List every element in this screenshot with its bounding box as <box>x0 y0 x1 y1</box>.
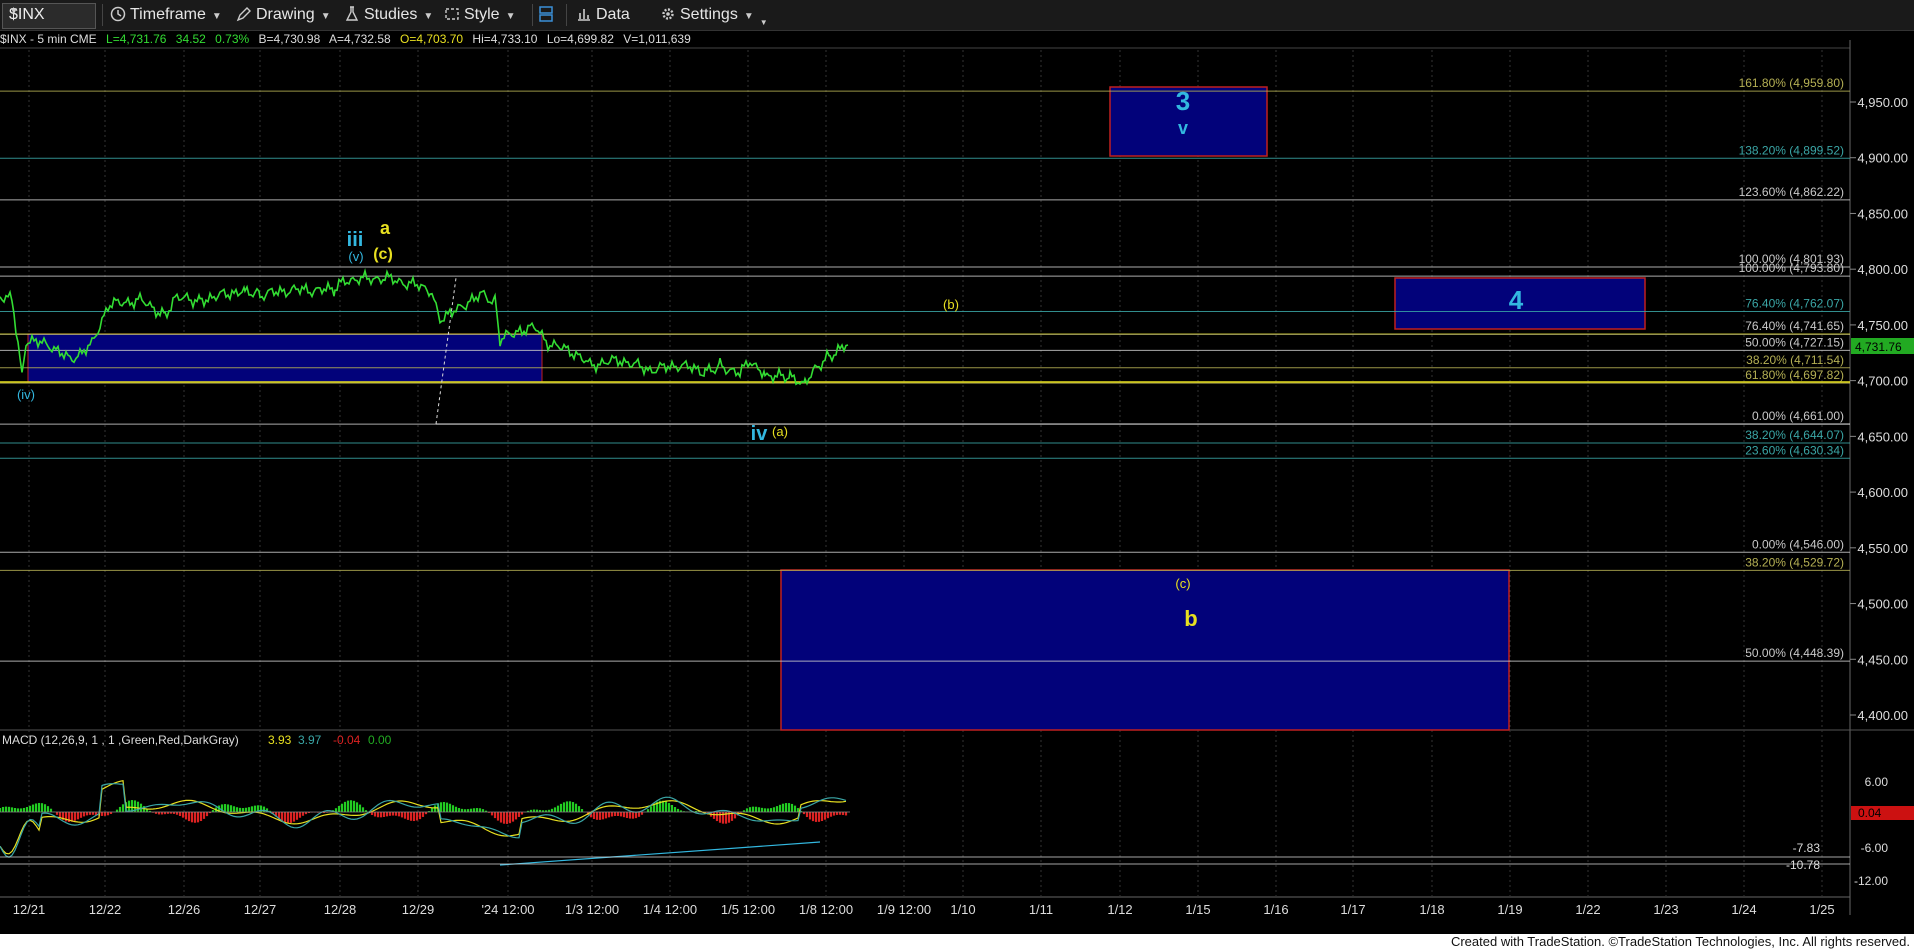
fib-level-label: 50.00% (4,448.39) <box>1745 646 1844 660</box>
time-axis-label: '24 12:00 <box>481 902 534 917</box>
time-axis-label: 1/24 <box>1731 902 1756 917</box>
last-price-value: 4,731.76 <box>1855 340 1902 354</box>
macd-axis-label-neg12: -12.00 <box>1854 874 1888 888</box>
wave-label-iii: iii <box>347 229 364 251</box>
vertical-gridlines <box>28 50 1823 897</box>
wave-label-v-small: (v) <box>348 249 363 264</box>
wave-label-v: v <box>1178 118 1188 138</box>
price-axis[interactable]: 4,950.00 4,900.00 4,850.00 4,800.00 4,750.00… <box>1850 95 1908 723</box>
price-axis-label: 4,550.00 <box>1857 541 1908 556</box>
time-axis-label: 1/3 12:00 <box>565 902 619 917</box>
time-axis-label: 1/16 <box>1263 902 1288 917</box>
wave-label-a-small: (a) <box>772 424 788 439</box>
price-axis-label: 4,650.00 <box>1857 429 1908 444</box>
price-axis-label: 4,450.00 <box>1857 652 1908 667</box>
fib-level-label: 38.20% (4,529.72) <box>1745 555 1844 569</box>
time-axis-label: 1/11 <box>1029 902 1053 917</box>
wave-b-target-box[interactable] <box>780 569 1510 731</box>
macd-trendline[interactable] <box>499 841 821 866</box>
price-axis-label: 4,800.00 <box>1857 262 1908 277</box>
macd-legend-value3: -0.04 <box>333 733 361 747</box>
time-axis-label: 1/17 <box>1340 902 1365 917</box>
macd-marker-b: -10.78 <box>1786 858 1820 872</box>
fib-level-label: 61.80% (4,697.82) <box>1745 368 1844 382</box>
time-axis-label: 1/12 <box>1107 902 1132 917</box>
time-axis-label: 12/22 <box>89 902 122 917</box>
fib-level-label: 123.60% (4,862.22) <box>1739 185 1844 199</box>
time-axis-label: 1/19 <box>1497 902 1522 917</box>
time-axis-label: 1/25 <box>1809 902 1834 917</box>
macd-legend-value2: 3.97 <box>298 733 322 747</box>
time-axis-label: 12/29 <box>402 902 435 917</box>
copyright-text: Created with TradeStation. ©TradeStation… <box>1450 934 1910 949</box>
fib-level-label: 100.00% (4,793.80) <box>1739 261 1844 275</box>
fib-level-label: 23.60% (4,630.34) <box>1745 443 1844 457</box>
price-axis-label: 4,700.00 <box>1857 374 1908 389</box>
chart-area[interactable]: 161.80% (4,959.80) 138.20% (4,899.52) 123.… <box>0 0 1914 934</box>
time-axis-label: 1/18 <box>1419 902 1444 917</box>
time-axis[interactable]: 12/21 12/22 12/26 12/27 12/28 12/29 '24 12:00 1… <box>13 902 1835 917</box>
price-axis-label: 4,400.00 <box>1857 708 1908 723</box>
wave-label-b: b <box>1184 606 1197 631</box>
time-axis-label: 1/9 12:00 <box>877 902 931 917</box>
time-axis-label: 1/23 <box>1653 902 1678 917</box>
macd-value-badge-text: 0.04 <box>1858 806 1882 820</box>
macd-marker-a: -7.83 <box>1793 841 1821 855</box>
fib-level-label: 50.00% (4,727.15) <box>1745 335 1844 349</box>
wave-label-a: a <box>380 218 391 238</box>
price-axis-label: 4,900.00 <box>1857 151 1908 166</box>
time-axis-label: 12/21 <box>13 902 46 917</box>
wave-label-iv: iv <box>751 423 769 445</box>
wave-label-b-small: (b) <box>943 297 959 312</box>
price-axis-label: 4,750.00 <box>1857 318 1908 333</box>
macd-axis-label-neg6: -6.00 <box>1861 841 1889 855</box>
wave-label-c-paren: (c) <box>373 246 393 263</box>
price-axis-label: 4,850.00 <box>1857 206 1908 221</box>
time-axis-label: 1/4 12:00 <box>643 902 697 917</box>
time-axis-label: 1/8 12:00 <box>799 902 853 917</box>
fib-level-label: 38.20% (4,711.54) <box>1746 353 1844 367</box>
fib-level-label: 138.20% (4,899.52) <box>1739 143 1844 157</box>
fib-level-label: 0.00% (4,661.00) <box>1752 409 1844 423</box>
macd-legend-value1: 3.93 <box>268 733 292 747</box>
price-axis-label: 4,950.00 <box>1857 95 1908 110</box>
time-axis-label: 12/28 <box>324 902 357 917</box>
footer: Created with TradeStation. ©TradeStation… <box>0 934 1914 950</box>
macd-legend-name: MACD (12,26,9, 1 , 1 ,Green,Red,DarkGray… <box>2 733 239 747</box>
fib-level-label: 76.40% (4,762.07) <box>1745 296 1844 310</box>
macd-axis-label-6: 6.00 <box>1865 775 1889 789</box>
wave-label-3: 3 <box>1176 86 1190 116</box>
time-axis-label: 12/26 <box>168 902 201 917</box>
time-axis-label: 1/22 <box>1575 902 1600 917</box>
fib-level-label: 76.40% (4,741.65) <box>1745 319 1844 333</box>
wave-label-4: 4 <box>1509 285 1524 315</box>
fib-level-label: 161.80% (4,959.80) <box>1739 76 1844 90</box>
time-axis-label: 1/15 <box>1185 902 1210 917</box>
fib-level-label: 38.20% (4,644.07) <box>1745 428 1844 442</box>
wave-label-iv-small: (iv) <box>17 387 35 402</box>
price-axis-label: 4,600.00 <box>1857 485 1908 500</box>
fib-level-label: 0.00% (4,546.00) <box>1752 537 1844 551</box>
price-axis-label: 4,500.00 <box>1857 597 1908 612</box>
support-zone-box[interactable] <box>27 333 543 383</box>
wave-label-c-small: (c) <box>1175 576 1190 591</box>
time-axis-label: 1/10 <box>950 902 975 917</box>
time-axis-label: 1/5 12:00 <box>721 902 775 917</box>
macd-legend-value4: 0.00 <box>368 733 392 747</box>
time-axis-label: 12/27 <box>244 902 277 917</box>
